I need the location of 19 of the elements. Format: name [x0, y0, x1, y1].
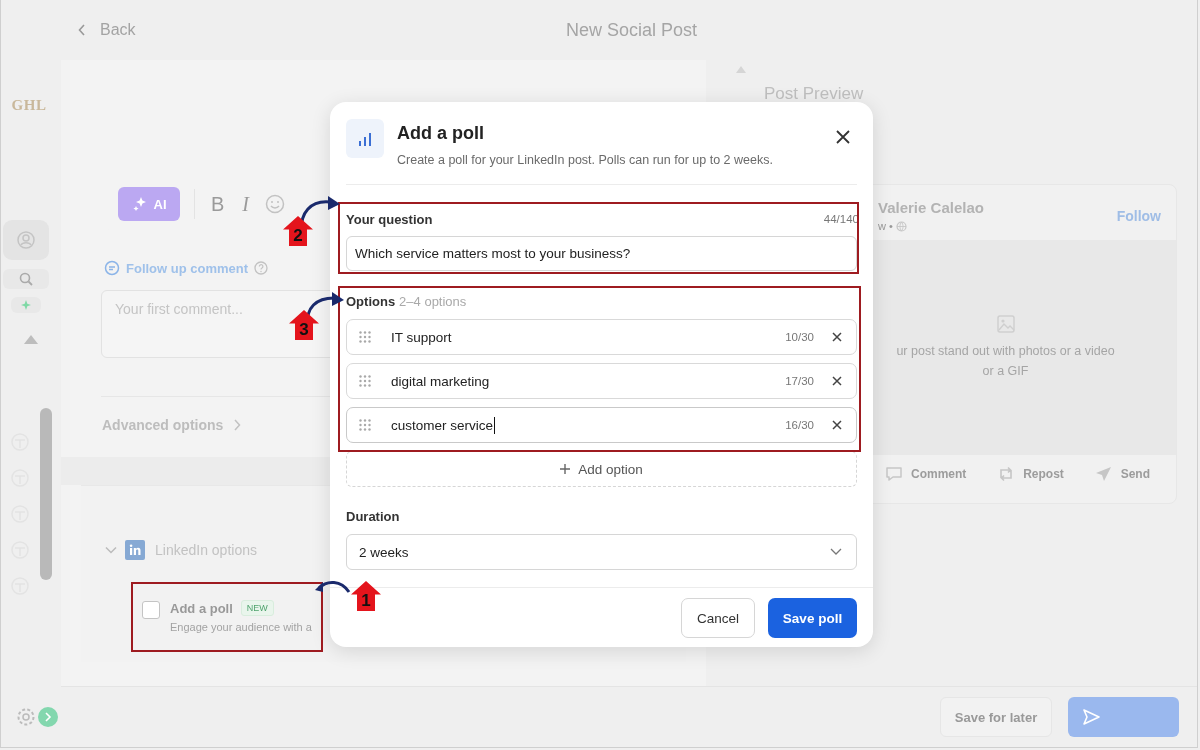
logo: GHL	[11, 97, 47, 114]
dialog-subtitle: Create a poll for your LinkedIn post. Polls can run for up to 2 weeks.	[397, 152, 773, 169]
new-badge: NEW	[240, 600, 274, 616]
media-hint: or a GIF	[981, 362, 1030, 380]
options-hint: 2–4 options	[399, 293, 467, 309]
character-count: 10/30	[785, 331, 814, 343]
author-name: Valerie Calelao	[878, 199, 984, 216]
dialog-title: Add a poll	[397, 122, 485, 145]
options-label: Options	[346, 293, 396, 309]
follow-up-label: Follow up comment	[126, 260, 249, 276]
poll-label: Add a poll	[170, 600, 233, 616]
duration-label: Duration	[346, 509, 401, 525]
post-meta: w •	[878, 220, 893, 232]
question-label: Your question	[346, 211, 433, 227]
page-title: New Social Post	[566, 20, 698, 41]
poll-description: Engage your audience with a	[170, 621, 312, 633]
character-count: 17/30	[785, 375, 814, 387]
character-count: 16/30	[785, 419, 814, 431]
media-hint: ur post stand out with photos or a video	[896, 342, 1115, 360]
